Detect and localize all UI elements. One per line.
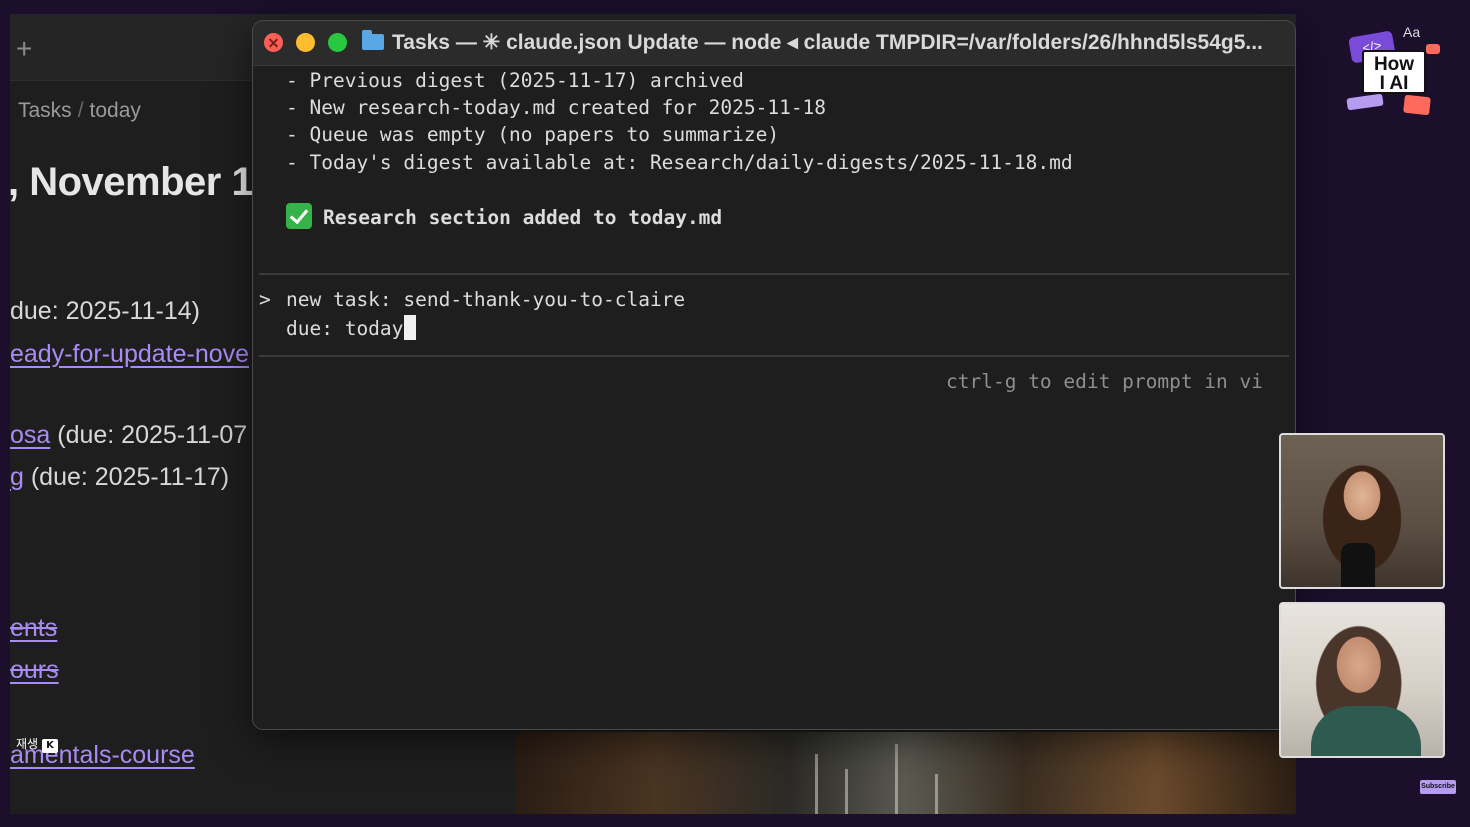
show-logo: How I AI — [1362, 50, 1426, 94]
task-due-text: (due: 2025-11-07 — [50, 421, 248, 449]
webcam-guest — [1279, 602, 1445, 758]
task-link[interactable]: osa — [10, 421, 50, 449]
maximize-window-button[interactable] — [328, 33, 347, 52]
new-tab-button[interactable]: + — [16, 34, 32, 64]
logo-text-i-ai: I AI — [1379, 73, 1409, 94]
breadcrumb-today[interactable]: today — [90, 99, 141, 122]
task-line: g (due: 2025-11-17) — [10, 463, 229, 492]
logo-decoration — [1426, 44, 1440, 54]
task-due-text: due: 2025-11-14) — [10, 297, 200, 325]
prompt-top-divider — [259, 273, 1289, 275]
logo-text-how: How — [1373, 54, 1415, 75]
breadcrumb: Tasks / today — [18, 99, 141, 123]
logo-decoration — [1346, 93, 1384, 111]
terminal-titlebar[interactable]: Tasks — ✳ claude.json Update — node ◂ cl… — [253, 21, 1295, 66]
play-key: K — [42, 739, 58, 753]
check-mark-icon — [286, 203, 312, 229]
task-link[interactable]: eady-for-update-nove — [10, 340, 249, 368]
webcam-host — [1279, 433, 1445, 589]
prompt-chevron: > — [259, 288, 271, 311]
completed-task-link[interactable]: ours — [10, 656, 59, 684]
background-forest-image — [515, 732, 1296, 814]
play-label: 재생 — [16, 737, 39, 751]
subscribe-button[interactable]: Subscribe — [1420, 780, 1456, 794]
tree-trunk — [895, 744, 898, 814]
task-link[interactable]: g — [10, 463, 24, 491]
output-line: - New research-today.md created for 2025… — [286, 96, 827, 119]
tree-trunk — [815, 754, 818, 814]
minimize-window-button[interactable] — [296, 33, 315, 52]
task-line: due: 2025-11-14) — [10, 297, 200, 326]
prompt-input-text[interactable]: due: today — [286, 317, 403, 340]
terminal-window[interactable]: Tasks — ✳ claude.json Update — node ◂ cl… — [252, 20, 1296, 730]
task-line: osa (due: 2025-11-07 — [10, 421, 247, 450]
success-message: Research section added to today.md — [286, 203, 722, 229]
task-line: ents — [10, 614, 57, 643]
completed-task-link[interactable]: ents — [10, 614, 57, 642]
tree-trunk — [935, 774, 938, 814]
prompt-input-line-1[interactable]: new task: send-thank-you-to-claire — [286, 288, 685, 311]
output-line: - Today's digest available at: Research/… — [286, 151, 1073, 174]
breadcrumb-separator: / — [77, 99, 84, 122]
keyboard-hint: ctrl-g to edit prompt in vi — [946, 370, 1263, 393]
microphone-icon — [1341, 543, 1375, 587]
folder-icon — [362, 30, 384, 50]
tree-trunk — [845, 769, 848, 814]
output-line: - Queue was empty (no papers to summariz… — [286, 123, 780, 146]
play-shortcut-hint: 재생 K — [16, 735, 58, 753]
chart-icon — [1403, 94, 1431, 116]
success-text: Research section added to today.md — [323, 206, 723, 229]
close-window-button[interactable] — [264, 33, 283, 52]
prompt-input-line-2[interactable]: due: today — [286, 315, 417, 340]
terminal-title: Tasks — ✳ claude.json Update — node ◂ cl… — [392, 31, 1263, 54]
font-aa-icon: Aa — [1403, 24, 1421, 40]
terminal-body[interactable]: - Previous digest (2025-11-17) archived … — [253, 66, 1295, 729]
task-due-text: (due: 2025-11-17) — [23, 463, 230, 491]
page-title: , November 18 — [10, 160, 275, 204]
breadcrumb-tasks[interactable]: Tasks — [18, 99, 72, 122]
task-line: eady-for-update-nove — [10, 340, 249, 369]
task-line: ours — [10, 656, 59, 685]
text-cursor — [404, 315, 417, 340]
prompt-bottom-divider — [259, 355, 1289, 357]
output-line: - Previous digest (2025-11-17) archived — [286, 69, 744, 92]
guest-sweater — [1311, 706, 1421, 756]
